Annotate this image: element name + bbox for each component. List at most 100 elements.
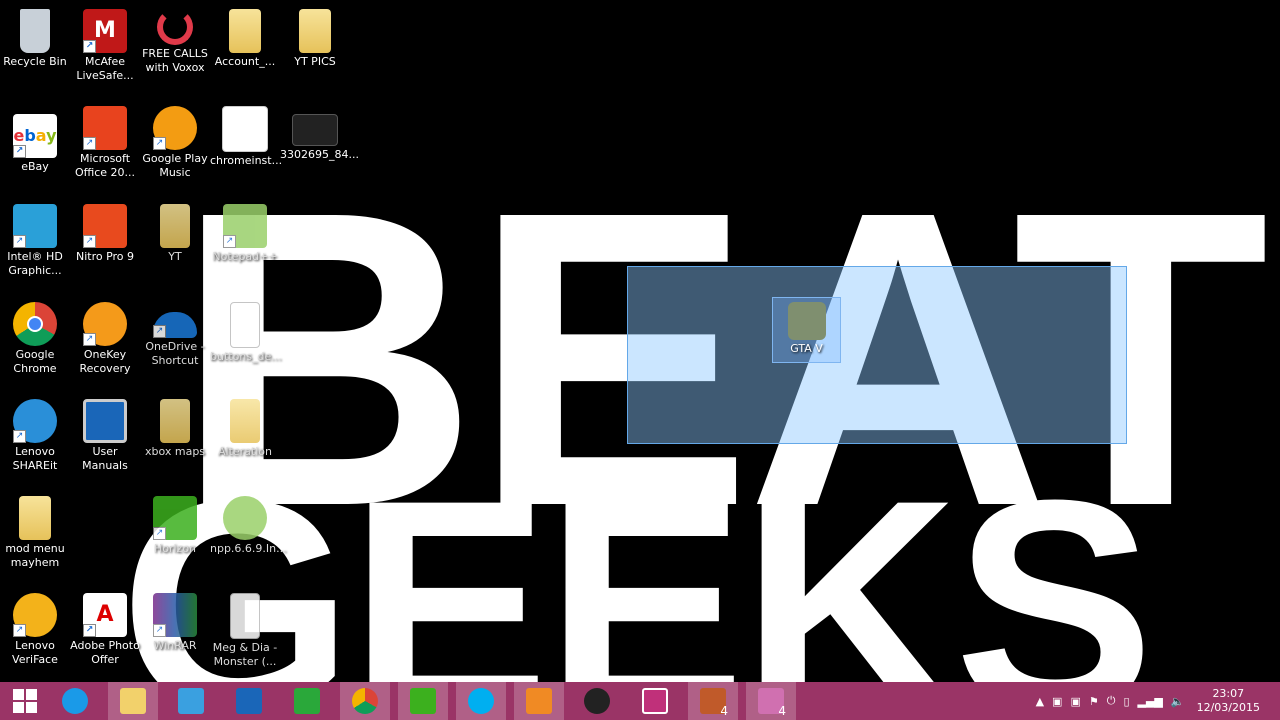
clock-date: 12/03/2015 xyxy=(1196,701,1260,714)
taskbar-horizon[interactable] xyxy=(398,682,448,720)
desktop-icon-ebay[interactable]: ebay ↗ eBay xyxy=(0,110,70,174)
tray-app-icon-2[interactable]: ▣ xyxy=(1070,695,1080,708)
file-explorer-icon xyxy=(120,688,146,714)
clock-time: 23:07 xyxy=(1212,687,1245,700)
taskbar-store-bag[interactable] xyxy=(166,682,216,720)
desktop-icon-voxox[interactable]: FREE CALLS with Voxox xyxy=(140,5,210,75)
icon-label: Intel® HD Graphic... xyxy=(7,250,63,277)
icon-label: WinRAR xyxy=(153,639,197,652)
icon-label: Alteration xyxy=(218,445,272,458)
desktop-icon-mcafee[interactable]: M ↗ McAfee LiveSafe... xyxy=(70,5,140,83)
desktop-icon-winrar[interactable]: ↗ WinRAR xyxy=(140,589,210,653)
folder-icon xyxy=(299,9,331,53)
icon-label: Lenovo VeriFace xyxy=(12,639,58,666)
adobe-icon: A ↗ xyxy=(83,593,127,637)
desktop-icon-mp3[interactable]: Meg & Dia - Monster (... xyxy=(210,589,280,669)
folder-icon xyxy=(19,496,51,540)
blank-file-icon xyxy=(230,302,260,348)
desktop-icon-xbox-maps[interactable]: xbox maps xyxy=(140,395,210,459)
battery-icon[interactable]: ▯ xyxy=(1123,695,1129,708)
start-button[interactable] xyxy=(0,682,50,720)
desktop-icon-chromeinst[interactable]: chromeinst... xyxy=(210,102,283,168)
icon-label: mod menu mayhem xyxy=(5,542,65,569)
windows-start-icon xyxy=(13,689,37,713)
desktop-icon-veriface[interactable]: ↗ Lenovo VeriFace xyxy=(0,589,70,667)
mcafee-icon: M ↗ xyxy=(83,9,127,53)
taskbar-file-explorer[interactable] xyxy=(108,682,158,720)
desktop-icon-office[interactable]: ↗ Microsoft Office 20... xyxy=(70,102,140,180)
folder-icon xyxy=(229,9,261,53)
taskbar-dark-app[interactable] xyxy=(572,682,622,720)
taskbar: 4 4 ▲ ▣ ▣ ⚑ ⏻ ▯ ▂▄▆ 🔈 23:07 12/03/2015 xyxy=(0,682,1280,720)
show-hidden-icons-chevron-icon[interactable]: ▲ xyxy=(1036,695,1044,708)
notepadpp-icon: ↗ xyxy=(223,204,267,248)
desktop-icon-shareit[interactable]: ↗ Lenovo SHAREit xyxy=(0,395,70,473)
chrome-icon xyxy=(352,688,378,714)
icon-label: OneDrive - Shortcut xyxy=(145,340,205,367)
desktop-icon-npp-installer[interactable]: npp.6.6.9.In... xyxy=(210,492,287,556)
shareit-icon: ↗ xyxy=(13,399,57,443)
notepadpp-installer-icon xyxy=(223,496,267,540)
taskbar-windows-store[interactable] xyxy=(282,682,332,720)
desktop-icon-onekey[interactable]: ↗ OneKey Recovery xyxy=(70,298,140,376)
taskbar-camera[interactable] xyxy=(630,682,680,720)
icon-label: chromeinst... xyxy=(210,154,283,167)
mouse-cursor xyxy=(1126,444,1133,462)
action-center-flag-icon[interactable]: ⚑ xyxy=(1089,695,1099,708)
headphones-icon: ↗ xyxy=(153,106,197,150)
taskbar-badge-count: 4 xyxy=(720,704,728,718)
folder-icon xyxy=(160,399,190,443)
badge-app-icon: 4 xyxy=(700,688,728,718)
icon-label: Recycle Bin xyxy=(3,55,67,68)
desktop-icon-gta-v[interactable]: GTA V xyxy=(772,297,841,363)
icon-label: Google Chrome xyxy=(13,348,57,375)
icon-label: McAfee LiveSafe... xyxy=(76,55,134,82)
taskbar-skype[interactable] xyxy=(456,682,506,720)
desktop-icon-buttons[interactable]: buttons_de... xyxy=(210,298,282,364)
folder-icon xyxy=(160,204,190,248)
clock[interactable]: 23:07 12/03/2015 xyxy=(1197,687,1260,715)
taskbar-badge-app[interactable]: 4 xyxy=(688,682,738,720)
desktop-icon-yt[interactable]: YT xyxy=(140,200,210,264)
desktop-icon-nitro[interactable]: ↗ Nitro Pro 9 xyxy=(70,200,140,264)
desktop-icon-google-play-music[interactable]: ↗ Google Play Music xyxy=(140,102,210,180)
desktop-icon-adobe[interactable]: A ↗ Adobe Photo Offer xyxy=(70,589,140,667)
tray-app-icon[interactable]: ▣ xyxy=(1052,695,1062,708)
voxox-icon xyxy=(157,9,193,45)
desktop-icon-mod-menu-mayhem[interactable]: mod menu mayhem xyxy=(0,492,70,570)
volume-icon[interactable]: 🔈 xyxy=(1171,695,1185,708)
ebay-icon: ebay ↗ xyxy=(13,114,57,158)
desktop-icon-chrome[interactable]: Google Chrome xyxy=(0,298,70,376)
desktop-icon-notepadpp[interactable]: ↗ Notepad++ xyxy=(210,200,280,264)
desktop-icon-account[interactable]: Account_... xyxy=(210,5,280,69)
recycle-bin-icon xyxy=(20,9,50,53)
lenovo-monitor-icon xyxy=(236,688,262,714)
taskbar-media-player[interactable] xyxy=(514,682,564,720)
java-installer-icon xyxy=(222,106,268,152)
power-plug-icon[interactable]: ⏻ xyxy=(1107,694,1116,708)
icon-label: GTA V xyxy=(790,342,823,355)
desktop-icon-horizon[interactable]: ↗ Horizon xyxy=(140,492,210,556)
icon-label: eBay xyxy=(21,160,49,173)
icon-label: Google Play Music xyxy=(142,152,208,179)
desktop-icon-user-manuals[interactable]: User Manuals xyxy=(70,395,140,473)
taskbar-photo-app[interactable]: 4 xyxy=(746,682,796,720)
wifi-signal-icon[interactable]: ▂▄▆ xyxy=(1138,695,1163,708)
winrar-icon: ↗ xyxy=(153,593,197,637)
office-icon: ↗ xyxy=(83,106,127,150)
taskbar-lenovo[interactable] xyxy=(224,682,274,720)
desktop-icon-video-file[interactable]: 3302695_84... xyxy=(280,102,359,162)
desktop-icon-recycle-bin[interactable]: Recycle Bin xyxy=(0,5,70,69)
desktop-icon-onedrive[interactable]: ↗ OneDrive - Shortcut xyxy=(140,298,210,368)
taskbar-internet-explorer[interactable] xyxy=(50,682,100,720)
desktop-icon-alteration[interactable]: Alteration xyxy=(210,395,280,459)
icon-label: Notepad++ xyxy=(212,250,278,263)
desktop-icon-intel[interactable]: ↗ Intel® HD Graphic... xyxy=(0,200,70,278)
icon-label: buttons_de... xyxy=(210,350,282,363)
icon-label: YT PICS xyxy=(294,55,336,68)
icon-label: 3302695_84... xyxy=(280,148,359,161)
desktop-icon-yt-pics[interactable]: YT PICS xyxy=(280,5,350,69)
taskbar-chrome[interactable] xyxy=(340,682,390,720)
icon-label: npp.6.6.9.In... xyxy=(210,542,287,555)
folder-icon xyxy=(230,399,260,443)
